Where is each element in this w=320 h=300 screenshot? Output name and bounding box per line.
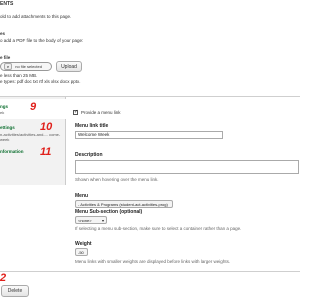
description-help: Shown when hovering over the menu link.	[75, 177, 159, 182]
menu-link-title-input[interactable]: Welcome Week	[75, 131, 223, 139]
provide-menu-link-label: Provide a menu link	[81, 110, 121, 115]
weight-select-value: -50	[78, 249, 84, 255]
footer-divider	[0, 271, 300, 272]
tab-title: nformation	[0, 149, 24, 154]
annotation-marker: 2	[0, 272, 7, 284]
menu-sub-section-select[interactable]: <none> ▾	[75, 216, 107, 224]
attachments-heading: ENTS	[0, 1, 14, 7]
menu-select[interactable]: - Activities & Programs (student-act-act…	[75, 200, 173, 208]
menu-sub-section-label: Menu Sub-section (optional)	[75, 209, 143, 215]
menu-select-value: - Activities & Programs (student-act-act…	[78, 201, 168, 207]
weight-label: Weight	[75, 241, 92, 247]
tab-summary: ek	[0, 110, 5, 115]
tab-summary: n-activities/activities-and-... come-wee…	[0, 132, 61, 142]
images-heading: es	[0, 31, 6, 36]
description-label: Description	[75, 152, 103, 158]
description-textarea[interactable]	[75, 160, 299, 174]
images-help-text: o add a PDF file to the body of your pag…	[0, 38, 84, 43]
no-file-selected-text: no file selected	[15, 64, 42, 69]
file-input[interactable]: e no file selected	[0, 62, 52, 71]
choose-file-button[interactable]: e	[4, 63, 13, 70]
file-size-note: e less than 25 MB.	[0, 73, 38, 78]
menu-link-title-value: Welcome Week	[78, 132, 110, 137]
provide-menu-link-checkbox[interactable]	[73, 109, 78, 115]
weight-select[interactable]: -50	[75, 248, 88, 256]
file-heading: e file	[0, 55, 11, 60]
menu-link-title-label: Menu link title	[75, 123, 109, 129]
delete-button[interactable]: Delete	[1, 285, 29, 297]
tab-url-settings[interactable]: ettings n-activities/activities-and-... …	[0, 121, 66, 146]
annotation-marker: 10	[40, 121, 53, 133]
menu-sub-section-help: If selecting a menu sub-section, make su…	[75, 226, 242, 231]
file-types-note: e types: pdf doc txt rtf xls xlsx docx p…	[0, 79, 81, 84]
menu-label: Menu	[75, 193, 89, 199]
menu-sub-section-value: <none>	[78, 217, 92, 223]
tab-menu-settings[interactable]: ngs ek 9	[0, 99, 66, 119]
vertical-tabs: ngs ek 9 ettings n-activities/activities…	[0, 97, 66, 185]
attachments-help-text: old to add attachments to this page.	[0, 14, 72, 19]
tab-title: ettings	[0, 125, 15, 130]
annotation-marker: 9	[30, 101, 37, 113]
upload-button[interactable]: Upload	[56, 61, 82, 72]
tab-information[interactable]: nformation 11	[0, 146, 66, 161]
tab-title: ngs	[0, 104, 9, 109]
weight-help: Menu links with smaller weights are disp…	[75, 259, 231, 264]
chevron-down-icon: ▾	[101, 217, 104, 223]
annotation-marker: 11	[40, 146, 52, 158]
